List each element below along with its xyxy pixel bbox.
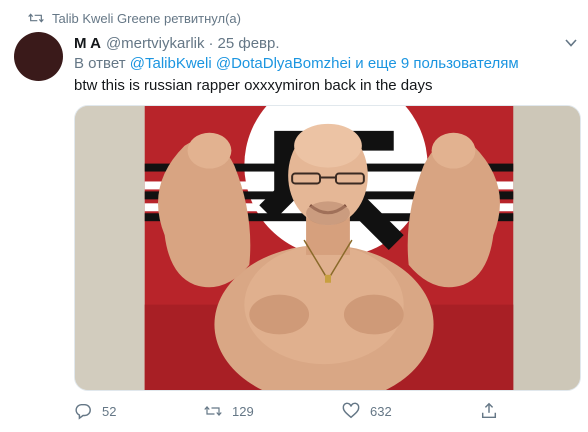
retweet-count: 129 [232, 403, 254, 419]
retweet-button[interactable]: 129 [204, 400, 254, 422]
author-name[interactable]: M A [74, 35, 101, 52]
retweet-context-text[interactable]: Talib Kweli Greene ретвитнул(а) [52, 11, 241, 26]
tweet-actions: 52 129 632 [74, 400, 514, 422]
author-handle[interactable]: @mertviykarlik [106, 35, 205, 52]
tweet[interactable]: Talib Kweli Greene ретвитнул(а) M A @mer… [0, 0, 588, 432]
share-button[interactable] [480, 400, 508, 422]
reply-mention[interactable]: @TalibKweli [130, 55, 212, 72]
retweet-icon [28, 13, 44, 23]
avatar[interactable] [14, 32, 63, 81]
tweet-photo[interactable] [74, 105, 581, 391]
share-icon [481, 402, 497, 419]
reply-context: В ответ @TalibKweli @DotaDlyaBomzhei и е… [74, 55, 519, 72]
photo-image [75, 106, 580, 390]
reply-mention[interactable]: @DotaDlyaBomzhei [216, 55, 351, 72]
reply-icon [75, 403, 91, 420]
reply-prefix: В ответ [74, 55, 126, 72]
tweet-text: btw this is russian rapper oxxxymiron ba… [74, 77, 433, 94]
chevron-down-icon[interactable] [565, 38, 577, 48]
heart-icon [342, 402, 360, 419]
retweet-icon [204, 405, 222, 417]
header-separator: · [208, 34, 214, 52]
like-count: 632 [370, 403, 392, 419]
reply-others-link[interactable]: и еще 9 пользователям [355, 55, 518, 72]
tweet-date[interactable]: 25 февр. [218, 35, 280, 52]
reply-count: 52 [102, 403, 117, 419]
retweet-context: Talib Kweli Greene ретвитнул(а) [28, 9, 241, 27]
reply-button[interactable]: 52 [74, 400, 116, 422]
tweet-header: M A @mertviykarlik · 25 февр. [74, 33, 280, 53]
like-button[interactable]: 632 [342, 400, 392, 422]
